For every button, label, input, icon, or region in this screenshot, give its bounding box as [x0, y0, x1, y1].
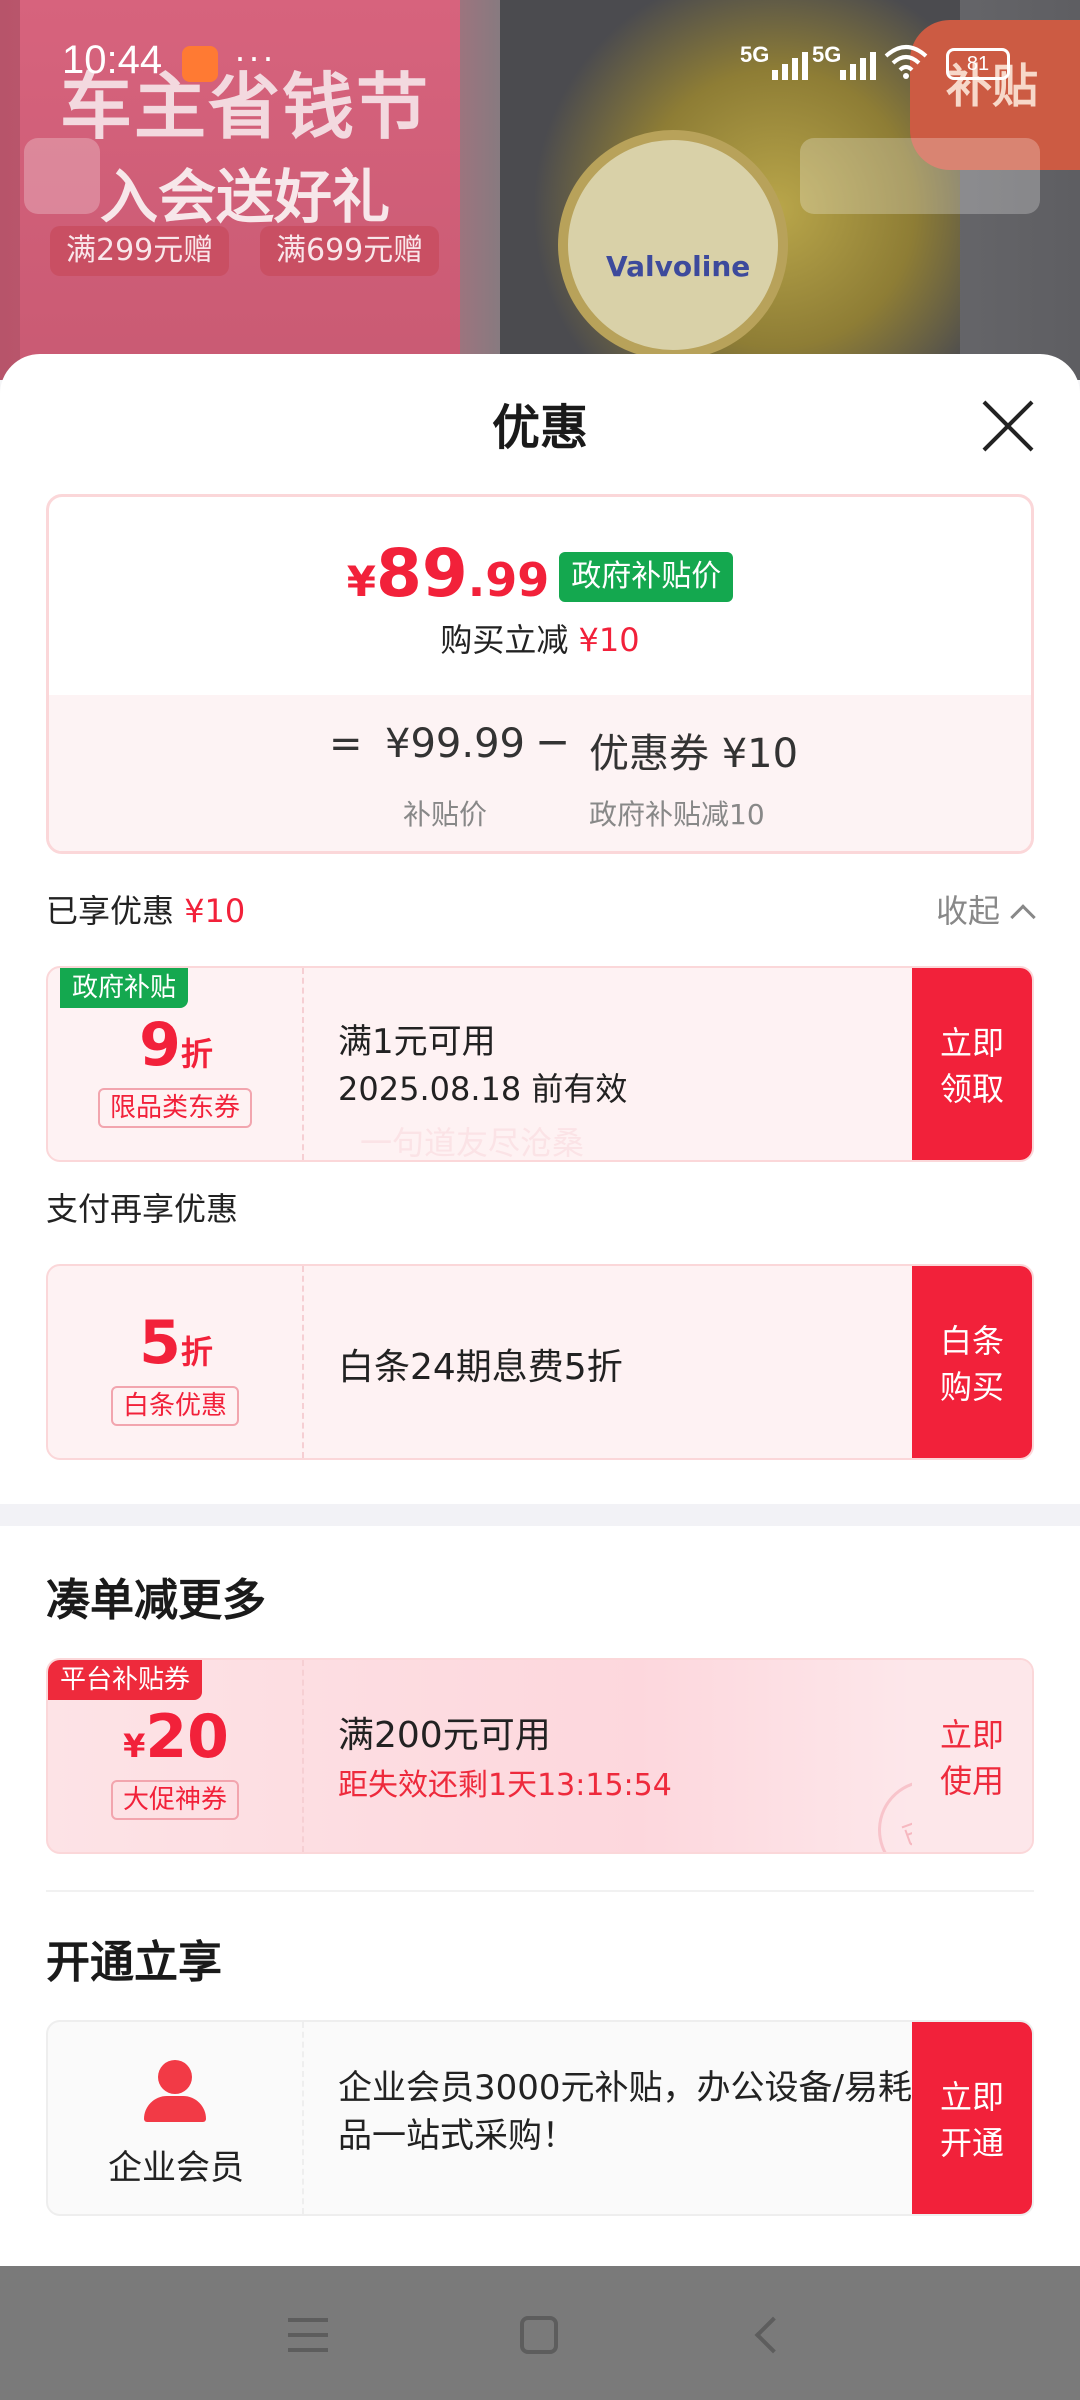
coupon-amount-label: 政府补贴减10	[589, 798, 765, 831]
open-membership-button[interactable]: 立即 开通	[912, 2022, 1032, 2214]
more-discount-title: 凑单减更多	[46, 1575, 266, 1626]
person-icon	[140, 2060, 210, 2130]
coupon-kind: 限品类东券	[97, 1088, 253, 1128]
collapse-button[interactable]: 收起	[936, 886, 1036, 932]
menu-icon[interactable]	[288, 2318, 328, 2352]
membership-title: 开通立享	[46, 1937, 222, 1988]
discount-kind: 白条优惠	[110, 1386, 240, 1426]
platform-coupon-card: ¥20 大促神券 平台补贴券 满200元可用 距失效还剩1天13:15:54 已…	[46, 1658, 1034, 1854]
subsidy-price-label: 补贴价	[403, 798, 488, 831]
sheet-title: 优惠	[491, 400, 588, 456]
system-nav-bar	[0, 2266, 1080, 2400]
section-divider	[0, 1504, 1080, 1526]
final-price-row: ¥89.99 政府补贴价	[49, 535, 1031, 612]
promo-subtitle: 入会送好礼	[100, 163, 391, 231]
brand-logo	[558, 130, 788, 360]
status-bar: 10:44 ··· 5G 5G 81	[0, 0, 1080, 120]
gov-price-tag: 政府补贴价	[559, 552, 734, 602]
battery-indicator: 81	[946, 48, 1010, 80]
discount-sheet: 优惠 ¥89.99 政府补贴价 购买立减 ¥10 = ¥99.99 − 优惠券 ¥…	[0, 354, 1080, 2266]
wifi-icon	[882, 42, 930, 91]
discount-value: 5折 白条优惠	[48, 1266, 304, 1458]
watermark-text: 一句道友尽沧桑	[360, 1124, 585, 1162]
status-time: 10:44	[62, 38, 163, 82]
member-desc: 企业会员3000元补贴，办公设备/易耗品一站式采购！	[338, 2068, 912, 2156]
chevron-up-icon	[1010, 904, 1036, 930]
platform-coupon-kind: 大促神券	[110, 1780, 240, 1820]
use-coupon-button[interactable]: 立即 使用	[912, 1660, 1032, 1852]
favorite-share-buttons[interactable]	[800, 138, 1040, 214]
home-icon[interactable]	[520, 2316, 558, 2354]
final-price: ¥89.99	[346, 535, 550, 612]
pay-discount-header: 支付再享优惠	[46, 1190, 239, 1228]
subsidy-price: ¥99.99	[385, 721, 525, 767]
coupon-amount: 优惠券 ¥10	[589, 731, 799, 777]
brand-name: Valvoline	[606, 250, 751, 283]
countdown-timer: 距失效还剩1天13:15:54	[338, 1768, 672, 1803]
claim-coupon-button[interactable]: 立即 领取	[912, 968, 1032, 1160]
close-icon[interactable]	[978, 396, 1038, 456]
price-breakdown: = ¥99.99 − 优惠券 ¥10 补贴价 政府补贴减10	[49, 695, 1031, 851]
baitiao-buy-button[interactable]: 白条 购买	[912, 1266, 1032, 1458]
network-label-1: 5G	[740, 42, 770, 67]
instant-reduce: 购买立减 ¥10	[440, 621, 640, 659]
baitiao-discount-card: 5折 白条优惠 白条24期息费5折 白条 购买	[46, 1264, 1034, 1460]
coupon-condition: 满1元可用	[338, 1022, 496, 1062]
back-icon[interactable]	[754, 2316, 792, 2354]
price-card: ¥89.99 政府补贴价 购买立减 ¥10 = ¥99.99 − 优惠券 ¥10 …	[46, 494, 1034, 854]
baitiao-desc: 白条24期息费5折	[338, 1347, 623, 1388]
member-badge: 企业会员	[48, 2022, 304, 2214]
platform-coupon-tag: 平台补贴券	[48, 1660, 203, 1700]
back-button[interactable]	[24, 138, 100, 214]
enjoyed-discount-header: 已享优惠 ¥10	[46, 892, 246, 930]
app-notification-icon	[182, 46, 218, 82]
coupon-expiry: 2025.08.18 前有效	[338, 1070, 628, 1108]
more-notifications-icon: ···	[234, 36, 276, 77]
promo-chip-299: 满299元赠	[50, 226, 230, 276]
enterprise-member-card: 企业会员 企业会员3000元补贴，办公设备/易耗品一站式采购！ 立即 开通	[46, 2020, 1034, 2216]
coupon-corner-tag: 政府补贴	[60, 968, 189, 1008]
promo-chip-699: 满699元赠	[260, 226, 440, 276]
member-label: 企业会员	[108, 2148, 244, 2188]
section-divider-thin	[46, 1890, 1034, 1892]
platform-coupon-condition: 满200元可用	[338, 1715, 551, 1756]
